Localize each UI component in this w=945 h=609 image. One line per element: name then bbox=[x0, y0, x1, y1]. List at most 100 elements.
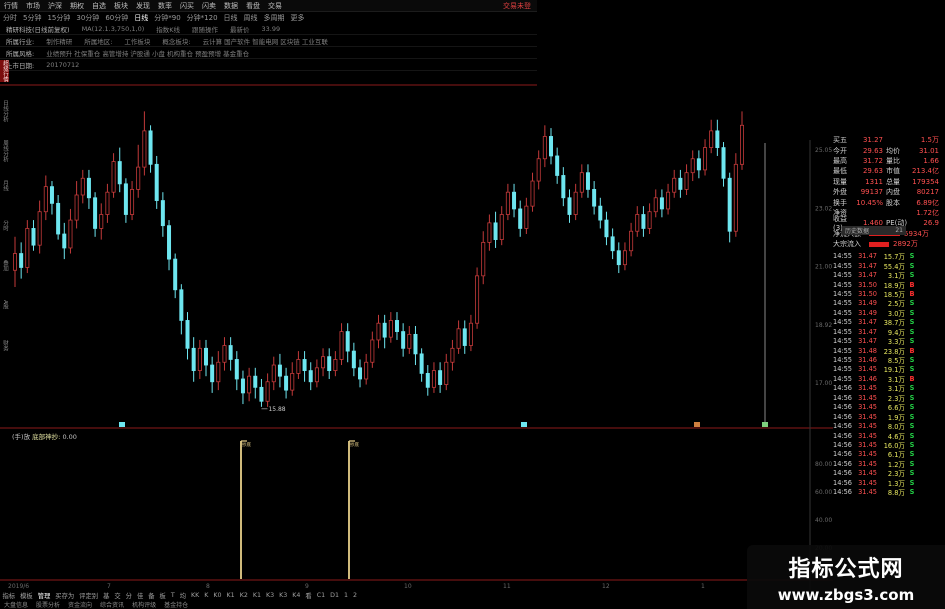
tick-side: S bbox=[909, 318, 915, 327]
info-tab-2[interactable]: 资金流向 bbox=[64, 600, 96, 609]
indicator-tab-21[interactable]: K4 bbox=[290, 592, 303, 599]
indicator-tab-9[interactable]: 备 bbox=[146, 591, 157, 600]
indicator-tab-23[interactable]: C1 bbox=[314, 592, 327, 599]
tick-side: S bbox=[909, 412, 915, 421]
tick-side: S bbox=[909, 469, 915, 478]
indicator-tab-25[interactable]: 1 bbox=[341, 592, 350, 599]
price-tick-0: 25.05 bbox=[815, 147, 832, 154]
candle-body-73 bbox=[462, 328, 467, 346]
candle-body-71 bbox=[450, 347, 455, 363]
indicator-tab-11[interactable]: T bbox=[168, 592, 177, 599]
indicator-tab-19[interactable]: K3 bbox=[263, 592, 276, 599]
indicator-tab-22[interactable]: 看 bbox=[303, 591, 314, 600]
candle-body-96 bbox=[604, 219, 609, 238]
candle-body-33 bbox=[216, 361, 221, 383]
indicator-tab-2[interactable]: 管理 bbox=[35, 591, 53, 600]
candle-body-57 bbox=[364, 361, 369, 380]
indicator-tab-3[interactable]: 买存为 bbox=[53, 591, 77, 600]
tick-row: 14:55 31.47 55.4万 S bbox=[833, 261, 945, 271]
tick-row: 14:55 31.46 8.5万 S bbox=[833, 355, 945, 365]
indicator-tab-15[interactable]: K0 bbox=[211, 592, 224, 599]
tick-side: B bbox=[909, 346, 915, 355]
signal-tick-0: 80.00 bbox=[815, 461, 832, 468]
tick-side: S bbox=[909, 299, 915, 308]
quote-row-6: 换手 10.45% 股本 6.89亿 bbox=[833, 197, 945, 207]
indicator-tab-5[interactable]: 基 bbox=[101, 591, 112, 600]
tick-row: 14:56 31.45 1.2万 S bbox=[833, 459, 945, 469]
tick-price: 31.45 bbox=[858, 450, 877, 459]
candle-body-47 bbox=[302, 359, 307, 372]
history-popup[interactable]: 历史数据 21 bbox=[842, 226, 906, 235]
candle-body-41 bbox=[265, 381, 270, 402]
indicator-tab-1[interactable]: 模板 bbox=[18, 591, 36, 600]
indicator-tab-6[interactable]: 交 bbox=[112, 591, 123, 600]
candle-body-74 bbox=[468, 322, 473, 346]
info-tab-4[interactable]: 机构评级 bbox=[128, 600, 160, 609]
indicator-tab-0[interactable]: 指标 bbox=[0, 591, 18, 600]
quote-val: 10.45% bbox=[856, 198, 883, 207]
candle-body-88 bbox=[555, 155, 560, 176]
tick-price: 31.47 bbox=[858, 337, 877, 346]
tick-row: 14:55 31.48 23.8万 B bbox=[833, 346, 945, 356]
candle-body-61 bbox=[388, 320, 393, 338]
tick-time: 14:56 bbox=[833, 384, 853, 393]
indicator-tab-14[interactable]: K bbox=[202, 592, 211, 599]
candle-body-15 bbox=[105, 191, 110, 215]
candle-body-40 bbox=[259, 386, 264, 402]
indicator-tab-18[interactable]: K1 bbox=[250, 592, 263, 599]
info-tab-3[interactable]: 综合资讯 bbox=[96, 600, 128, 609]
indicator-tab-10[interactable]: 板 bbox=[157, 591, 168, 600]
indicator-tab-8[interactable]: 佳 bbox=[134, 591, 145, 600]
indicator-tab-16[interactable]: K1 bbox=[224, 592, 237, 599]
candle-body-87 bbox=[549, 136, 554, 157]
indicator-tab-24[interactable]: D1 bbox=[328, 592, 342, 599]
candle-body-50 bbox=[321, 356, 326, 369]
candle-body-113 bbox=[709, 130, 714, 149]
candle-body-91 bbox=[573, 191, 578, 215]
candle-body-63 bbox=[401, 331, 406, 349]
tick-price: 31.45 bbox=[858, 412, 877, 421]
tick-time: 14:56 bbox=[833, 403, 853, 412]
candle-body-42 bbox=[271, 364, 276, 383]
candle-body-26 bbox=[173, 258, 178, 291]
popup-count: 21 bbox=[895, 227, 903, 234]
indicator-tab-13[interactable]: KK bbox=[189, 592, 202, 599]
indicator-tab-17[interactable]: K2 bbox=[237, 592, 250, 599]
candle-body-59 bbox=[376, 322, 381, 341]
candle-body-80 bbox=[505, 191, 510, 215]
info-tab-5[interactable]: 基金持仓 bbox=[160, 600, 192, 609]
price-tick-3: 18.92 bbox=[815, 322, 832, 329]
candle-body-102 bbox=[641, 214, 646, 229]
candle-body-39 bbox=[253, 375, 258, 388]
tick-time: 14:55 bbox=[833, 299, 853, 308]
candle-body-58 bbox=[370, 339, 375, 363]
tick-row: 14:55 31.45 19.1万 S bbox=[833, 365, 945, 374]
indicator-tab-26[interactable]: 2 bbox=[350, 592, 359, 599]
xaxis-label-4: 10 bbox=[404, 583, 412, 590]
tick-side: S bbox=[909, 488, 915, 497]
tick-price: 31.49 bbox=[858, 299, 877, 308]
price-chart[interactable]: 25.0523.0221.0018.9217.0015.8880.0060.00… bbox=[0, 0, 945, 609]
flow-row-1: 大宗流入 2892万 bbox=[833, 239, 945, 250]
candle-body-34 bbox=[222, 345, 227, 363]
indicator-tab-7[interactable]: 分 bbox=[123, 591, 134, 600]
candle-body-95 bbox=[598, 205, 603, 221]
tick-row: 14:55 31.50 18.9万 B bbox=[833, 280, 945, 290]
tick-price: 31.45 bbox=[858, 459, 877, 468]
tick-price: 31.45 bbox=[858, 440, 877, 449]
tick-price: 31.45 bbox=[858, 488, 877, 497]
tick-time: 14:55 bbox=[833, 356, 853, 365]
event-marker-1 bbox=[521, 422, 527, 427]
indicator-tab-12[interactable]: 均 bbox=[177, 591, 188, 600]
candle-body-12 bbox=[86, 177, 91, 199]
info-tab-0[interactable]: 大盘信息 bbox=[0, 600, 32, 609]
candle-body-81 bbox=[512, 191, 517, 210]
flow-bar bbox=[869, 241, 889, 247]
tick-row: 14:56 31.45 8.8万 S bbox=[833, 487, 945, 497]
tick-side: S bbox=[909, 393, 915, 402]
indicator-tab-4[interactable]: 评定别 bbox=[77, 591, 101, 600]
candle-body-104 bbox=[653, 197, 658, 213]
indicator-tab-20[interactable]: K3 bbox=[277, 592, 290, 599]
candle-body-109 bbox=[684, 172, 689, 190]
info-tab-1[interactable]: 股票分析 bbox=[32, 600, 64, 609]
